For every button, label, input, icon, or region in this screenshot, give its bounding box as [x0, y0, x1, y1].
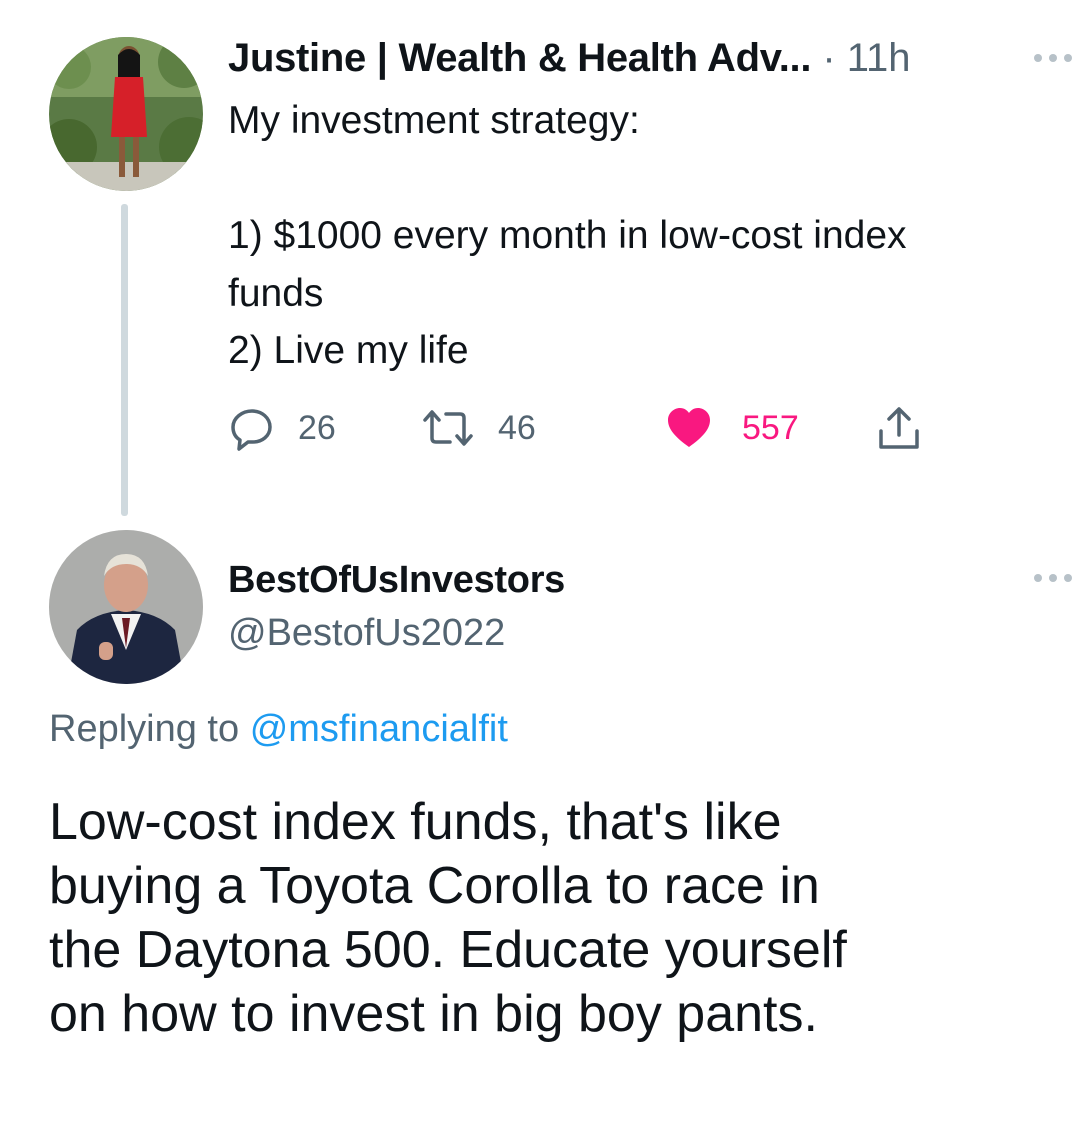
- reply-body-line: buying a Toyota Corolla to race in: [49, 857, 820, 915]
- tweet-body-line: [228, 150, 1048, 208]
- tweet-body: My investment strategy: 1) $1000 every m…: [228, 92, 1048, 380]
- share-button[interactable]: [874, 400, 924, 456]
- thread-connector-line: [121, 204, 128, 516]
- tweet-timestamp[interactable]: 11h: [847, 36, 911, 80]
- like-count: 557: [742, 408, 799, 447]
- retweet-button[interactable]: 46: [420, 400, 536, 456]
- tweet-body-line: My investment strategy:: [228, 99, 640, 142]
- reply-body: Low-cost index funds, that's like buying…: [49, 790, 1059, 1046]
- avatar-image: [49, 37, 203, 191]
- share-arrow-icon: [879, 407, 919, 449]
- replying-to-label: Replying to: [49, 708, 240, 750]
- tweet-header: Justine | Wealth & Health Adv... · 11h: [228, 35, 911, 81]
- avatar-justine[interactable]: [49, 37, 203, 191]
- reply-author-name[interactable]: BestOfUsInvestors: [228, 557, 565, 603]
- more-dots-icon[interactable]: [1030, 570, 1078, 586]
- reply-author-handle[interactable]: @BestofUs2022: [228, 610, 505, 656]
- tweet-body-line: funds: [228, 271, 324, 315]
- reply-button[interactable]: 26: [228, 400, 336, 456]
- reply-body-line: Low-cost index funds, that's like: [49, 793, 782, 851]
- avatar-image: [49, 530, 203, 684]
- heart-icon: [668, 408, 710, 447]
- reply-body-line: on how to invest in big boy pants.: [49, 985, 818, 1043]
- avatar-bestofus[interactable]: [49, 530, 203, 684]
- more-dots-icon[interactable]: [1030, 50, 1078, 66]
- header-separator: ·: [822, 36, 836, 80]
- replying-to-mention[interactable]: @msfinancialfit: [250, 708, 508, 750]
- retweet-arrows-icon: [423, 410, 473, 446]
- reply-body-line: the Daytona 500. Educate yourself: [49, 921, 847, 979]
- like-button[interactable]: 557: [666, 400, 799, 456]
- tweet-action-bar: 26 46 557: [0, 400, 1090, 456]
- tweet-author-name[interactable]: Justine | Wealth & Health Adv...: [228, 36, 811, 80]
- speech-bubble-icon: [231, 409, 272, 451]
- retweet-count: 46: [498, 408, 536, 447]
- replying-to-line: Replying to @msfinancialfit: [49, 705, 508, 753]
- reply-count: 26: [298, 408, 336, 447]
- tweet-body-line: 1) $1000 every month in low-cost index: [228, 214, 907, 257]
- tweet-body-line: 2) Live my life: [228, 329, 469, 372]
